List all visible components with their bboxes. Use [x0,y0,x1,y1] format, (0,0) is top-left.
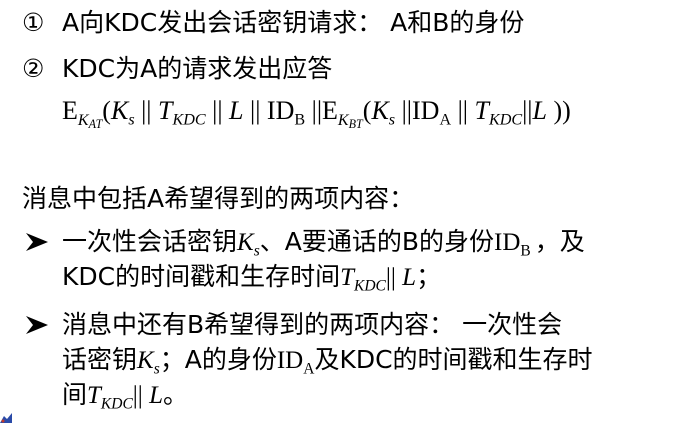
concat-operator: || [522,96,533,125]
timestamp-symbol: T [87,382,101,409]
concat-operator: || [395,96,412,125]
key-subscript: BT [348,116,363,131]
bullet-text: 及KDC的时间戳和生存时 [314,345,593,374]
step-text: A向KDC发出会话密钥请求： A和B的身份 [62,8,525,37]
lifetime-symbol: L [402,264,417,291]
identity-subscript: B [520,242,531,260]
session-key-symbol: K [110,96,129,125]
bullet-2-line-3: 间TKDC|| L。 [62,380,188,419]
arrowhead-bullet-icon [26,316,48,334]
bullet-text: ；A的身份 [159,345,277,374]
step-2: ② KDC为A的请求发出应答 [22,54,332,84]
identity-symbol: ID [494,229,521,256]
paren: ( [102,96,111,125]
bullet-text: 。 [162,380,188,409]
identity-subscript: B [294,111,306,129]
session-key-symbol: K [371,96,389,125]
concat-operator: || [205,96,230,125]
concat-operator: || [243,96,267,125]
concat-operator: || [305,96,323,125]
session-key-symbol: K [237,229,254,256]
bullet-text: ，及 [534,227,585,256]
key-subscript: AT [88,116,103,131]
response-formula: EKAT(Ks || TKDC || L || IDB ||EKBT(Ks ||… [62,96,571,139]
timestamp-subscript: KDC [354,277,386,295]
identity-symbol: ID [276,347,304,374]
timestamp-symbol: T [340,264,355,291]
bullet-1-line-2: KDC的时间戳和生存时间TKDC|| L； [62,262,441,301]
step-1: ① A向KDC发出会话密钥请求： A和B的身份 [22,8,524,38]
arrowhead-bullet-icon [26,233,48,251]
identity-symbol: ID [412,96,440,125]
corner-logo-icon [0,413,12,423]
bullet-text: 一次性会话密钥 [62,227,238,256]
encrypt-symbol: E [322,96,338,125]
identity-subscript: A [303,360,315,378]
key-symbol: K [77,111,89,129]
concat-operator: || [385,264,403,291]
step-text: KDC为A的请求发出应答 [62,54,333,83]
summary-line: 消息中包括A希望得到的两项内容： [22,184,415,213]
bullet-2-line-2: 话密钥Ks；A的身份IDA及KDC的时间戳和生存时 [62,345,593,384]
lifetime-symbol: L [229,96,244,125]
timestamp-subscript: KDC [100,395,133,413]
bullet-text: KDC的时间戳和生存时间 [62,262,341,291]
bullet-text: 消息中还有B希望得到的两项内容： 一次性会 [62,310,563,339]
session-key-symbol: K [137,347,154,374]
timestamp-subscript: KDC [172,111,206,129]
lifetime-symbol: L [149,382,163,409]
timestamp-symbol: T [158,96,173,125]
step-marker: ① [22,8,45,37]
bullet-text: 间 [62,380,88,409]
concat-operator: || [451,96,475,125]
identity-symbol: ID [266,96,295,125]
bullet-text: 话密钥 [62,345,138,374]
bullet-2-line-1: 消息中还有B希望得到的两项内容： 一次性会 [22,310,562,340]
lifetime-symbol: L [532,96,547,125]
identity-subscript: A [439,111,452,129]
bullet-text: 、A要通话的B的身份 [259,227,495,256]
timestamp-subscript: KDC [488,111,523,129]
paren: )) [546,96,571,125]
bullet-text: ； [416,262,442,291]
bullet-1-line-1: 一次性会话密钥Ks、A要通话的B的身份IDB ，及 [22,227,585,266]
timestamp-symbol: T [474,96,489,125]
key-symbol: K [337,111,349,129]
concat-operator: || [134,96,159,125]
concat-operator: || [132,382,150,409]
step-marker: ② [22,54,45,83]
encrypt-symbol: E [62,96,78,125]
